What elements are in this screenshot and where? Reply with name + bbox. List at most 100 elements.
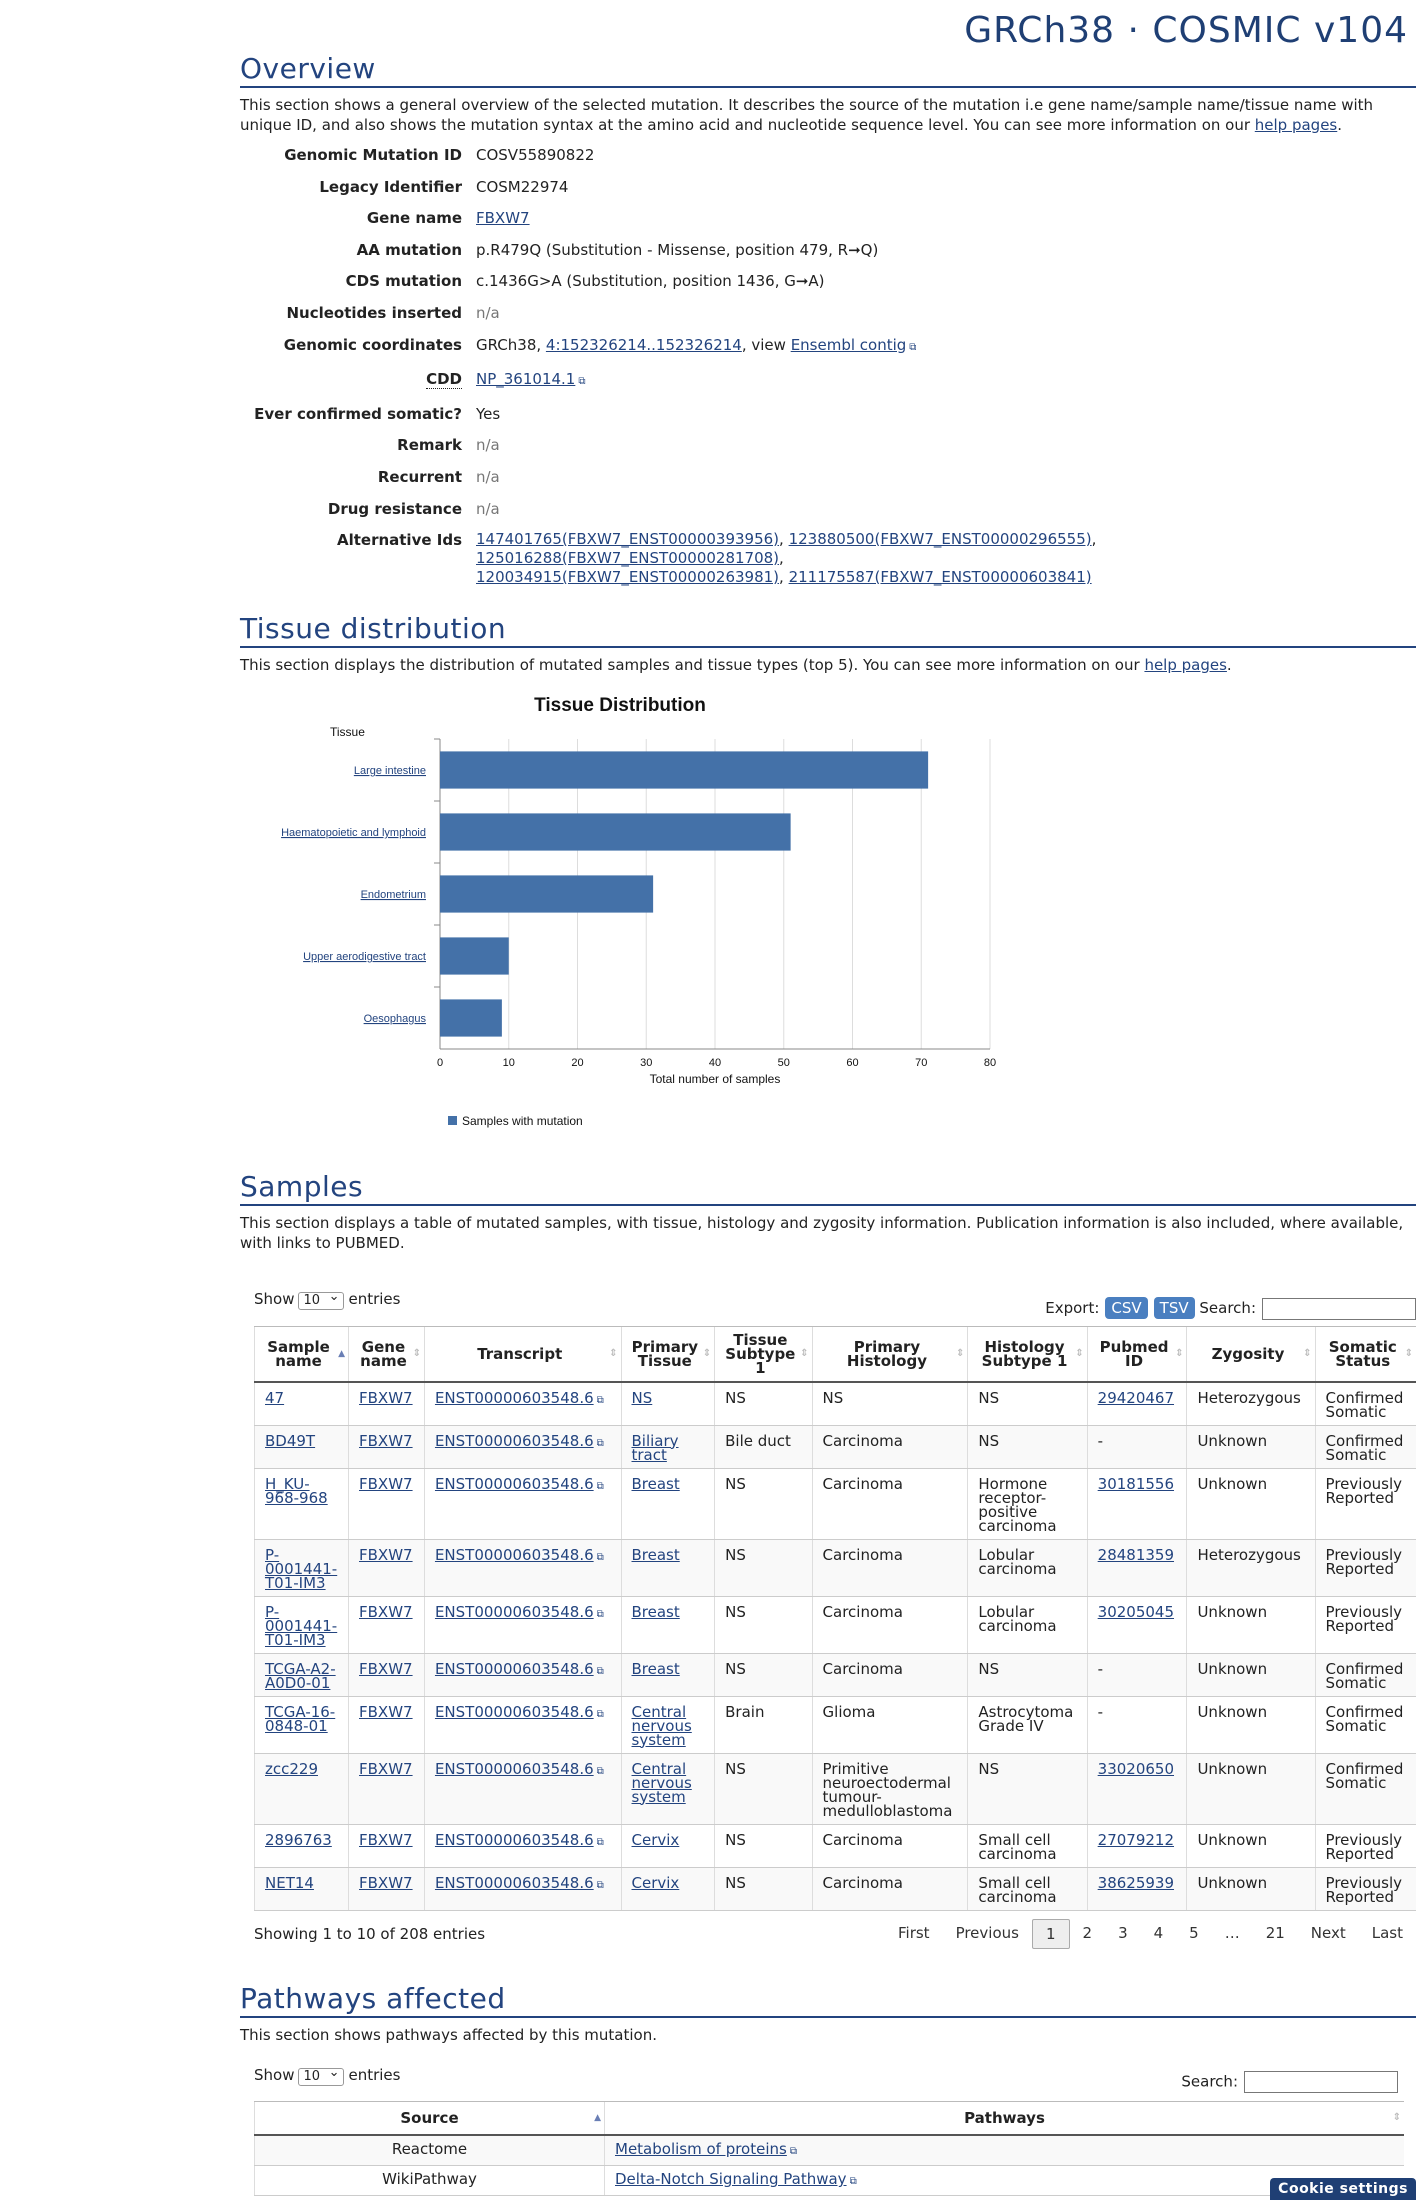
page-link[interactable]: 1: [1031, 1918, 1070, 1949]
alt-id-link[interactable]: 123880500(FBXW7_ENST00000296555): [789, 530, 1092, 548]
cell-link[interactable]: TCGA-A2-A0D0-01: [265, 1660, 336, 1692]
transcript-link[interactable]: ENST00000603548.6: [435, 1874, 594, 1892]
cell-link[interactable]: FBXW7: [359, 1475, 413, 1493]
cdd-link[interactable]: NP_361014.1: [476, 370, 575, 388]
cell-link[interactable]: 33020650: [1098, 1760, 1174, 1778]
transcript-link[interactable]: ENST00000603548.6: [435, 1831, 594, 1849]
page-link[interactable]: 2: [1070, 1919, 1106, 1949]
cell-link[interactable]: NS: [632, 1389, 653, 1407]
transcript-link[interactable]: ENST00000603548.6: [435, 1546, 594, 1564]
col-transcript[interactable]: Transcript: [423, 1325, 621, 1383]
transcript-link[interactable]: ENST00000603548.6: [435, 1660, 594, 1678]
page-link[interactable]: 5: [1176, 1919, 1212, 1949]
transcript-link[interactable]: ENST00000603548.6: [435, 1760, 594, 1778]
col-source[interactable]: Source: [254, 2101, 605, 2136]
chart-category-label[interactable]: Haematopoietic and lymphoid: [281, 827, 426, 839]
chart-bar[interactable]: [440, 751, 929, 789]
pathways-page-size-select[interactable]: 10: [298, 2065, 345, 2086]
transcript-link[interactable]: ENST00000603548.6: [435, 1389, 594, 1407]
cell-link[interactable]: Central nervous system: [632, 1703, 692, 1749]
cell-link[interactable]: 30205045: [1098, 1603, 1174, 1621]
col-tissue-subtype-1[interactable]: Tissue Subtype 1: [714, 1325, 813, 1383]
cell-link[interactable]: TCGA-16-0848-01: [265, 1703, 335, 1735]
cell-link[interactable]: 29420467: [1098, 1389, 1174, 1407]
tsv-button[interactable]: TSV: [1153, 1297, 1195, 1319]
cell-link[interactable]: H_KU-968-968: [265, 1475, 328, 1507]
csv-button[interactable]: CSV: [1105, 1297, 1148, 1319]
alt-id-link[interactable]: 211175587(FBXW7_ENST00000603841): [789, 568, 1092, 586]
cell-link[interactable]: zcc229: [265, 1760, 318, 1778]
chart-bar[interactable]: [440, 875, 654, 913]
cookie-settings-button[interactable]: Cookie settings: [1270, 2178, 1416, 2200]
coordinates-link[interactable]: 4:152326214..152326214: [546, 336, 742, 354]
cell-link[interactable]: Breast: [632, 1546, 680, 1564]
tissue-help-link[interactable]: help pages: [1144, 656, 1226, 674]
cell-link[interactable]: Biliary tract: [632, 1432, 679, 1464]
cell-link[interactable]: FBXW7: [359, 1432, 413, 1450]
cell-link[interactable]: FBXW7: [359, 1389, 413, 1407]
transcript-link[interactable]: ENST00000603548.6: [435, 1603, 594, 1621]
cell-link[interactable]: 47: [265, 1389, 284, 1407]
pathway-link[interactable]: Delta-Notch Signaling Pathway: [615, 2170, 847, 2188]
page-link[interactable]: …: [1212, 1919, 1253, 1949]
col-gene-name[interactable]: Gene name: [348, 1325, 425, 1383]
chart-bar[interactable]: [440, 937, 509, 975]
pathway-link[interactable]: Metabolism of proteins: [615, 2140, 787, 2158]
col-primary-tissue[interactable]: Primary Tissue: [620, 1325, 715, 1383]
col-primary-histology[interactable]: Primary Histology: [811, 1325, 968, 1383]
cell-link[interactable]: NET14: [265, 1874, 314, 1892]
cell-link[interactable]: P-0001441-T01-IM3: [265, 1546, 337, 1592]
transcript-link[interactable]: ENST00000603548.6: [435, 1703, 594, 1721]
cell-link[interactable]: Central nervous system: [632, 1760, 692, 1806]
alt-id-link[interactable]: 125016288(FBXW7_ENST00000281708): [476, 549, 779, 567]
chart-category-label[interactable]: Endometrium: [361, 889, 426, 901]
cell-link[interactable]: FBXW7: [359, 1703, 413, 1721]
chart-category-label[interactable]: Upper aerodigestive tract: [303, 951, 426, 963]
cell-link[interactable]: Cervix: [632, 1831, 680, 1849]
cell-link[interactable]: FBXW7: [359, 1874, 413, 1892]
col-histology-subtype-1[interactable]: Histology Subtype 1: [967, 1325, 1088, 1383]
overview-help-link[interactable]: help pages: [1255, 116, 1337, 134]
cell-link[interactable]: Cervix: [632, 1874, 680, 1892]
transcript-link[interactable]: ENST00000603548.6: [435, 1475, 594, 1493]
page-previous[interactable]: Previous: [943, 1919, 1032, 1949]
cell-link[interactable]: Breast: [632, 1660, 680, 1678]
cell-link[interactable]: FBXW7: [359, 1603, 413, 1621]
cell-link[interactable]: 28481359: [1098, 1546, 1174, 1564]
gene-name-link[interactable]: FBXW7: [476, 209, 530, 227]
page-link[interactable]: 21: [1253, 1919, 1298, 1949]
page-first[interactable]: First: [885, 1919, 943, 1949]
col-sample-name[interactable]: Sample name: [254, 1325, 349, 1383]
col-somatic-status[interactable]: Somatic Status: [1314, 1325, 1416, 1383]
cell-link[interactable]: 2896763: [265, 1831, 332, 1849]
cell-link[interactable]: Breast: [632, 1603, 680, 1621]
cell-link[interactable]: FBXW7: [359, 1831, 413, 1849]
col-pubmed-id[interactable]: Pubmed ID: [1086, 1325, 1187, 1383]
cell-link[interactable]: FBXW7: [359, 1660, 413, 1678]
cell-link[interactable]: Breast: [632, 1475, 680, 1493]
ensembl-contig-link[interactable]: Ensembl contig: [791, 336, 907, 354]
cell-link[interactable]: BD49T: [265, 1432, 315, 1450]
chart-bar[interactable]: [440, 999, 502, 1037]
chart-category-label[interactable]: Large intestine: [354, 765, 426, 777]
page-next[interactable]: Next: [1298, 1919, 1359, 1949]
cell-link[interactable]: 27079212: [1098, 1831, 1174, 1849]
alt-id-link[interactable]: 147401765(FBXW7_ENST00000393956): [476, 530, 779, 548]
page-size-select[interactable]: 10: [298, 1289, 345, 1311]
chart-bar[interactable]: [440, 813, 791, 851]
page-last[interactable]: Last: [1359, 1919, 1416, 1949]
page-link[interactable]: 4: [1141, 1919, 1177, 1949]
pathways-search-input[interactable]: [1244, 2071, 1398, 2093]
alt-id-link[interactable]: 120034915(FBXW7_ENST00000263981): [476, 568, 779, 586]
cell-link[interactable]: FBXW7: [359, 1760, 413, 1778]
cell-link[interactable]: FBXW7: [359, 1546, 413, 1564]
samples-search-input[interactable]: [1262, 1297, 1416, 1320]
cell-link[interactable]: P-0001441-T01-IM3: [265, 1603, 337, 1649]
col-pathways[interactable]: Pathways: [604, 2101, 1404, 2136]
col-zygosity[interactable]: Zygosity: [1186, 1325, 1316, 1383]
page-link[interactable]: 3: [1105, 1919, 1141, 1949]
chart-category-label[interactable]: Oesophagus: [364, 1013, 427, 1025]
transcript-link[interactable]: ENST00000603548.6: [435, 1432, 594, 1450]
cell-link[interactable]: 38625939: [1098, 1874, 1174, 1892]
cell-link[interactable]: 30181556: [1098, 1475, 1174, 1493]
